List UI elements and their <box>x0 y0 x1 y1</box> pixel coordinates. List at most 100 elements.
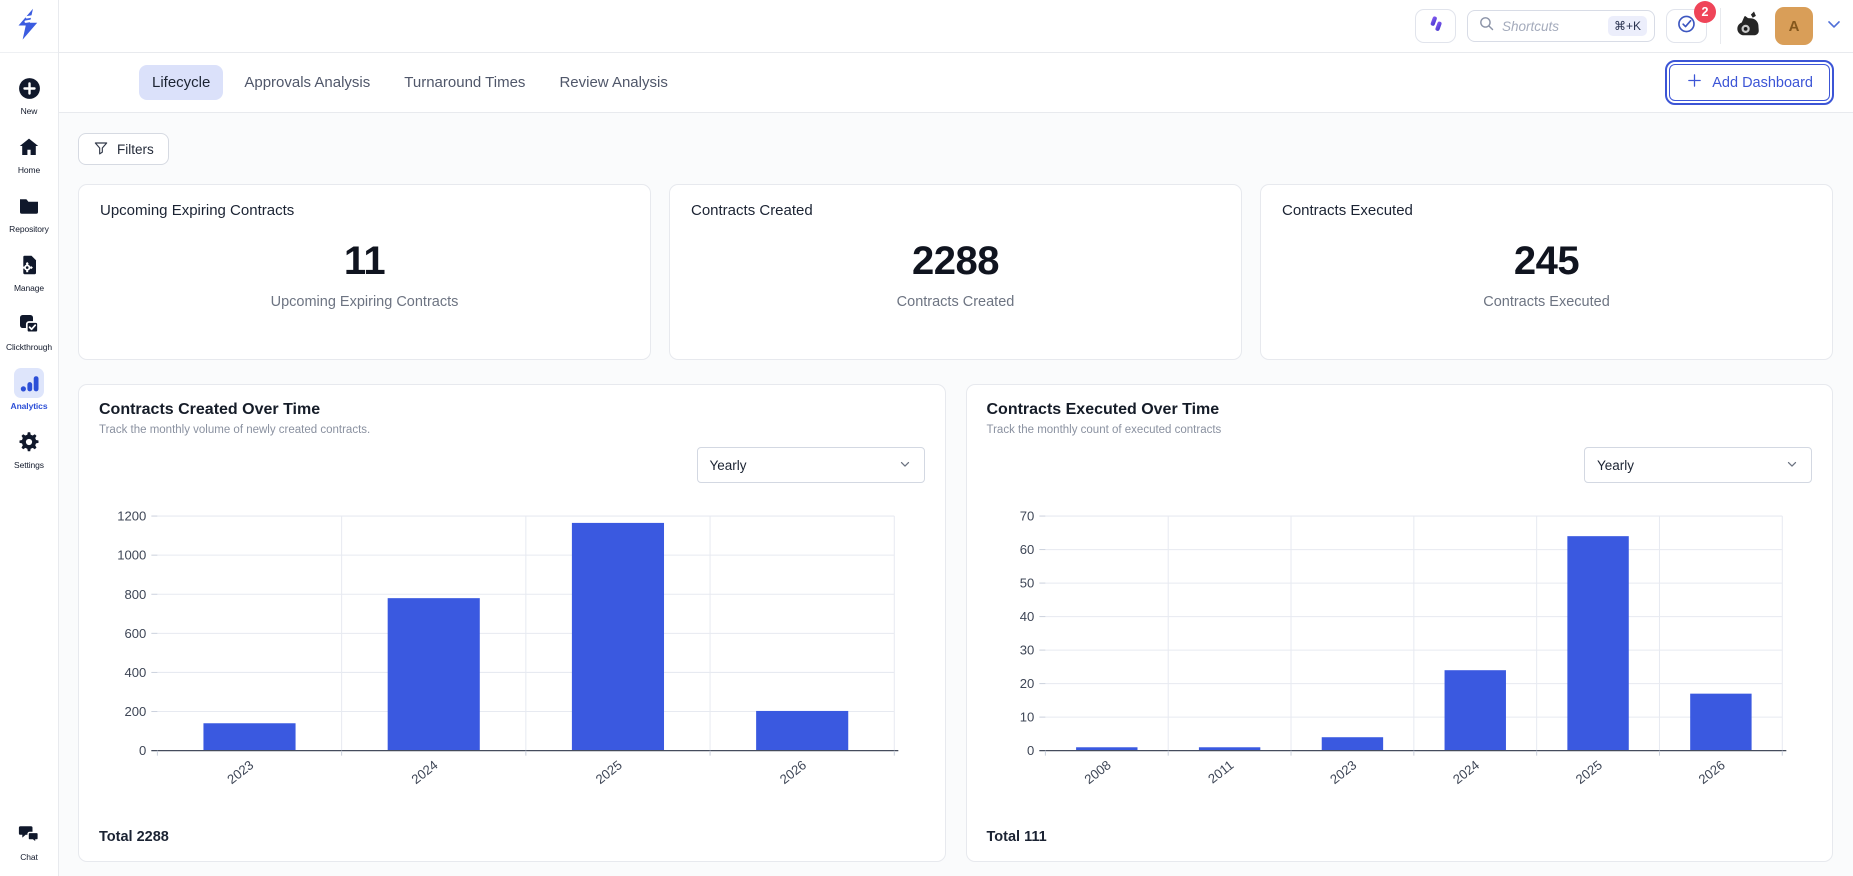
sidebar-item-label: Clickthrough <box>5 342 53 352</box>
stat-value: 245 <box>1513 239 1580 283</box>
chart-header: Contracts Executed Over Time Track the m… <box>987 401 1813 436</box>
sidebar-item-chat[interactable]: Chat <box>0 819 58 862</box>
chart-card-contracts-executed: Contracts Executed Over Time Track the m… <box>965 384 1833 862</box>
svg-text:2008: 2008 <box>1081 757 1113 787</box>
svg-text:800: 800 <box>124 587 146 602</box>
chevron-down-icon[interactable] <box>1824 14 1844 39</box>
svg-text:2023: 2023 <box>1327 757 1359 787</box>
stat-subtitle: Upcoming Expiring Contracts <box>270 294 459 310</box>
stat-subtitle: Contracts Executed <box>1483 294 1610 310</box>
chevron-down-icon <box>1785 457 1799 474</box>
topbar-divider <box>1720 8 1721 44</box>
chart-subtitle: Track the monthly count of executed cont… <box>986 424 1222 436</box>
tasks-button[interactable]: 2 <box>1666 1 1716 43</box>
stat-card-body: 245 Contracts Executed <box>1282 240 1811 310</box>
sidebar-item-label: New <box>20 106 38 116</box>
chart-cards-row: Contracts Created Over Time Track the mo… <box>78 384 1833 862</box>
stat-card-title: Contracts Created <box>691 202 813 219</box>
notification-count-badge: 2 <box>1694 1 1716 23</box>
period-select-value: Yearly <box>709 457 747 473</box>
sidebar: New Home Repository Manage Clickthrough … <box>0 0 59 876</box>
ai-assistant-button[interactable] <box>1415 9 1456 43</box>
svg-text:0: 0 <box>139 743 146 758</box>
stat-card-contracts-executed: Contracts Executed 245 Contracts Execute… <box>1260 184 1833 360</box>
sidebar-item-analytics[interactable]: Analytics <box>0 368 58 411</box>
clickthrough-check-icon <box>14 309 44 339</box>
period-select-value: Yearly <box>1597 457 1635 473</box>
chart-title: Contracts Executed Over Time <box>986 401 1220 418</box>
bar-chart-icon <box>14 368 44 398</box>
user-avatar[interactable]: A <box>1775 7 1813 45</box>
tab-approvals-analysis[interactable]: Approvals Analysis <box>231 65 383 100</box>
search-box[interactable]: ⌘+K <box>1467 10 1655 42</box>
svg-text:2011: 2011 <box>1205 757 1236 786</box>
add-dashboard-button[interactable]: Add Dashboard <box>1664 59 1835 106</box>
folder-icon <box>14 191 44 221</box>
mascot-avatar[interactable] <box>1734 8 1764 45</box>
stat-card-upcoming-expiring: Upcoming Expiring Contracts 11 Upcoming … <box>78 184 651 360</box>
stat-card-body: 11 Upcoming Expiring Contracts <box>100 240 629 310</box>
sidebar-item-manage[interactable]: Manage <box>0 250 58 293</box>
stat-value: 11 <box>343 239 386 283</box>
sidebar-item-home[interactable]: Home <box>0 132 58 175</box>
sidebar-item-label: Chat <box>20 852 38 862</box>
document-gear-icon <box>14 250 44 280</box>
plus-circle-icon <box>14 73 44 103</box>
sidebar-item-label: Analytics <box>10 401 48 411</box>
dashboard-content: Filters Upcoming Expiring Contracts 11 U… <box>59 113 1853 876</box>
period-select[interactable]: Yearly <box>696 447 925 483</box>
svg-text:70: 70 <box>1019 509 1034 524</box>
stat-cards-row: Upcoming Expiring Contracts 11 Upcoming … <box>78 184 1833 360</box>
keyboard-shortcut-badge: ⌘+K <box>1607 16 1647 36</box>
svg-text:0: 0 <box>1027 743 1034 758</box>
svg-text:2026: 2026 <box>777 757 809 787</box>
sidebar-item-label: Repository <box>9 224 49 234</box>
sidebar-item-clickthrough[interactable]: Clickthrough <box>0 309 58 352</box>
svg-text:1000: 1000 <box>117 548 146 563</box>
search-icon <box>1478 15 1495 37</box>
stat-card-body: 2288 Contracts Created <box>691 240 1220 310</box>
filters-label: Filters <box>117 141 154 157</box>
svg-text:600: 600 <box>124 626 146 641</box>
chart-subtitle: Track the monthly volume of newly create… <box>99 424 371 436</box>
period-select[interactable]: Yearly <box>1584 447 1812 483</box>
ai-assistant-icon <box>1425 13 1447 40</box>
sidebar-nav: New Home Repository Manage Clickthrough … <box>0 73 58 470</box>
search-input[interactable] <box>1502 18 1601 34</box>
svg-text:40: 40 <box>1019 609 1034 624</box>
bar-chart-contracts-executed[interactable]: 0 10 20 30 40 50 60 70 2008 2011 2023 2024 2025 2026 <box>987 487 1813 827</box>
stat-card-contracts-created: Contracts Created 2288 Contracts Created <box>669 184 1242 360</box>
add-dashboard-label: Add Dashboard <box>1712 74 1813 91</box>
app-logo[interactable] <box>0 0 58 53</box>
svg-text:20: 20 <box>1019 676 1034 691</box>
svg-text:2025: 2025 <box>593 757 625 787</box>
sidebar-item-label: Manage <box>13 283 45 293</box>
gear-icon <box>14 427 44 457</box>
tab-turnaround-times[interactable]: Turnaround Times <box>391 65 538 100</box>
svg-text:2023: 2023 <box>224 757 256 787</box>
chart-total: Total 2288 <box>99 829 169 845</box>
svg-text:50: 50 <box>1019 576 1034 591</box>
app-root: New Home Repository Manage Clickthrough … <box>0 0 1853 876</box>
bar-chart-contracts-created[interactable]: 0 200 400 600 800 1000 1200 2023 2024 2025 2026 <box>99 487 925 827</box>
svg-text:200: 200 <box>124 704 146 719</box>
svg-text:60: 60 <box>1019 542 1034 557</box>
tab-review-analysis[interactable]: Review Analysis <box>546 65 680 100</box>
svg-text:2024: 2024 <box>408 757 440 787</box>
stat-card-title: Contracts Executed <box>1282 202 1413 219</box>
svg-text:400: 400 <box>124 665 146 680</box>
chat-icon <box>14 819 44 849</box>
filter-funnel-icon <box>93 140 109 159</box>
dashboard-tabs: Lifecycle Approvals Analysis Turnaround … <box>59 53 1853 113</box>
sidebar-item-label: Settings <box>14 460 44 470</box>
svg-text:1200: 1200 <box>117 509 146 524</box>
svg-text:10: 10 <box>1019 710 1034 725</box>
tab-lifecycle[interactable]: Lifecycle <box>139 65 224 100</box>
sidebar-item-settings[interactable]: Settings <box>0 427 58 470</box>
stat-value: 2288 <box>912 239 999 283</box>
sidebar-item-label: Home <box>17 165 41 175</box>
sidebar-item-repository[interactable]: Repository <box>0 191 58 234</box>
sidebar-item-new[interactable]: New <box>0 73 58 116</box>
filters-button[interactable]: Filters <box>78 133 169 165</box>
svg-text:30: 30 <box>1019 643 1034 658</box>
